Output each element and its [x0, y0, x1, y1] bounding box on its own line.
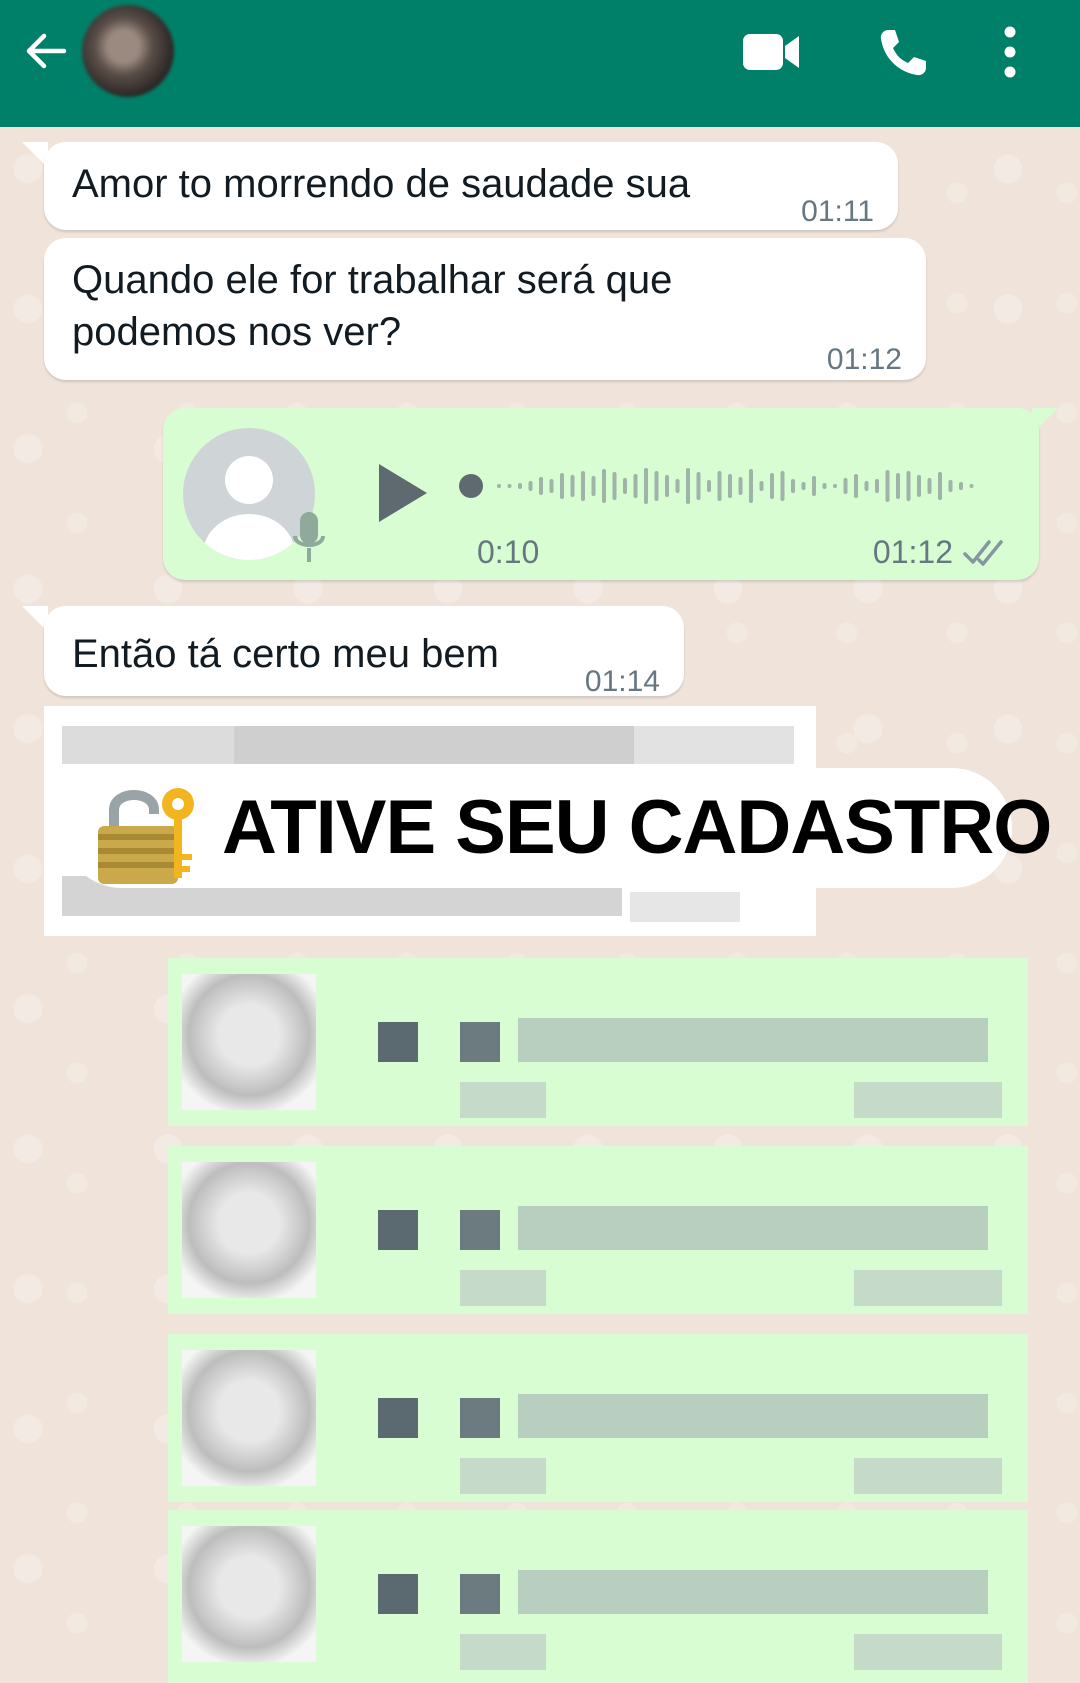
outgoing-voice-message[interactable]: 0:10 01:12 — [163, 408, 1039, 580]
audio-waveform[interactable] — [453, 452, 993, 520]
voice-duration: 0:10 — [477, 534, 540, 570]
incoming-message[interactable]: Amor to morrendo de saudade sua 01:11 — [44, 142, 898, 230]
contact-avatar[interactable] — [82, 5, 174, 97]
banner-text: ATIVE SEU CADASTRO — [222, 785, 1052, 870]
pixelated-voice-message — [168, 1146, 1028, 1314]
play-icon[interactable] — [371, 458, 431, 528]
microphone-icon — [293, 512, 325, 562]
incoming-message[interactable]: Quando ele for trabalhar será que podemo… — [44, 238, 926, 380]
lock-with-key-icon — [98, 788, 194, 884]
pixelated-voice-message — [168, 958, 1028, 1126]
voice-call-icon[interactable] — [876, 26, 930, 80]
message-text: Então tá certo meu bem — [72, 632, 499, 676]
message-time: 01:12 — [872, 534, 953, 570]
message-text: Amor to morrendo de saudade sua — [72, 162, 691, 206]
message-time: 01:14 — [584, 665, 660, 698]
pixelated-voice-message — [168, 1334, 1028, 1502]
more-options-icon[interactable] — [1000, 24, 1020, 80]
pixelated-voice-message — [168, 1510, 1028, 1683]
double-check-icon — [963, 540, 1003, 566]
chat-header — [0, 0, 1080, 127]
message-time: 01:12 — [826, 343, 902, 376]
promo-banner[interactable]: ATIVE SEU CADASTRO — [62, 768, 1052, 888]
incoming-message[interactable]: Então tá certo meu bem 01:14 — [44, 606, 684, 698]
message-time: 01:11 — [801, 195, 874, 228]
message-text: Quando ele for trabalhar será que podemo… — [72, 258, 673, 354]
back-arrow-icon[interactable] — [20, 26, 70, 76]
video-call-icon[interactable] — [742, 30, 800, 74]
